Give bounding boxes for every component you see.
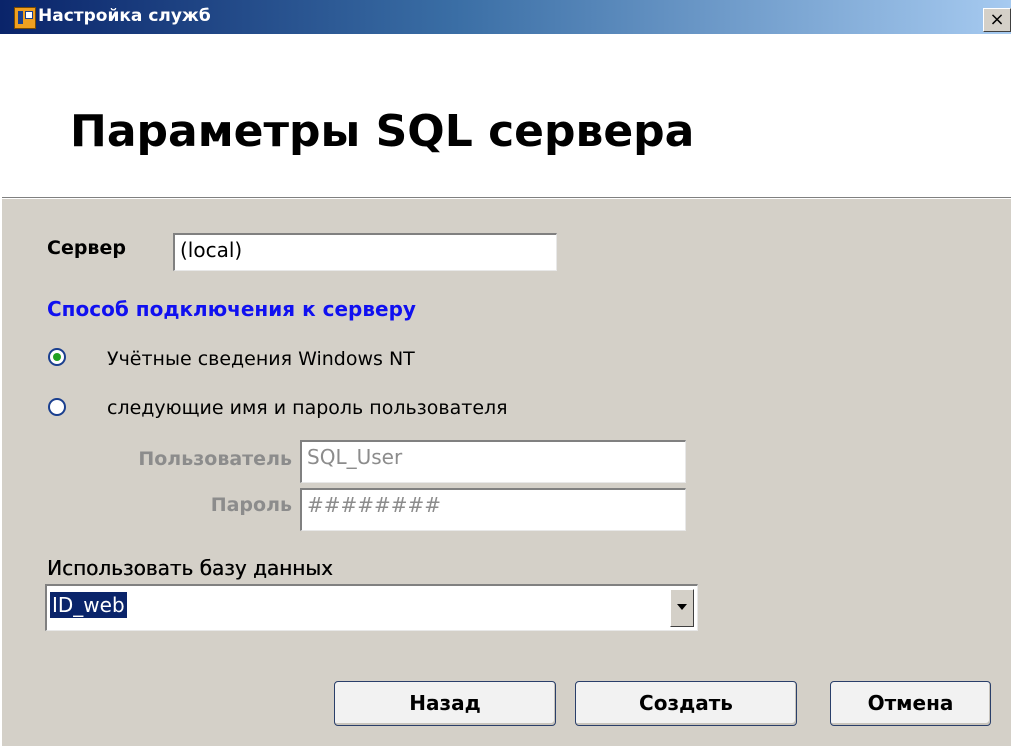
server-input[interactable]: (local) [173,233,557,271]
user-input[interactable]: SQL_User [300,440,686,483]
radio-windows-auth-label[interactable]: Учётные сведения Windows NT [107,348,415,370]
dropdown-button[interactable] [670,589,694,627]
server-label: Сервер [47,237,126,259]
window-title: Настройка служб [38,6,211,26]
window-edge [0,34,2,746]
database-label: Использовать базу данных [47,556,333,580]
close-button[interactable]: × [983,8,1011,32]
app-icon [14,7,36,29]
create-button[interactable]: Создать [575,681,797,726]
user-label: Пользователь [138,448,292,470]
database-select[interactable]: ID_web [45,584,698,631]
connection-section-title: Способ подключения к серверу [47,297,416,321]
password-label: Пароль [210,494,292,516]
cancel-button[interactable]: Отмена [830,681,991,726]
database-selected-value: ID_web [50,592,127,618]
back-button[interactable]: Назад [334,681,556,726]
setup-window: Настройка служб × Параметры SQL сервера … [0,0,1011,746]
header-panel: Параметры SQL сервера [0,34,1011,199]
title-bar[interactable]: Настройка служб × [0,0,1011,34]
close-icon: × [989,9,1005,30]
password-input[interactable]: ######## [300,488,686,531]
radio-sql-auth[interactable] [48,398,66,416]
page-title: Параметры SQL сервера [70,106,695,157]
radio-windows-auth[interactable] [48,348,66,366]
radio-sql-auth-label[interactable]: следующие имя и пароль пользователя [107,397,508,419]
